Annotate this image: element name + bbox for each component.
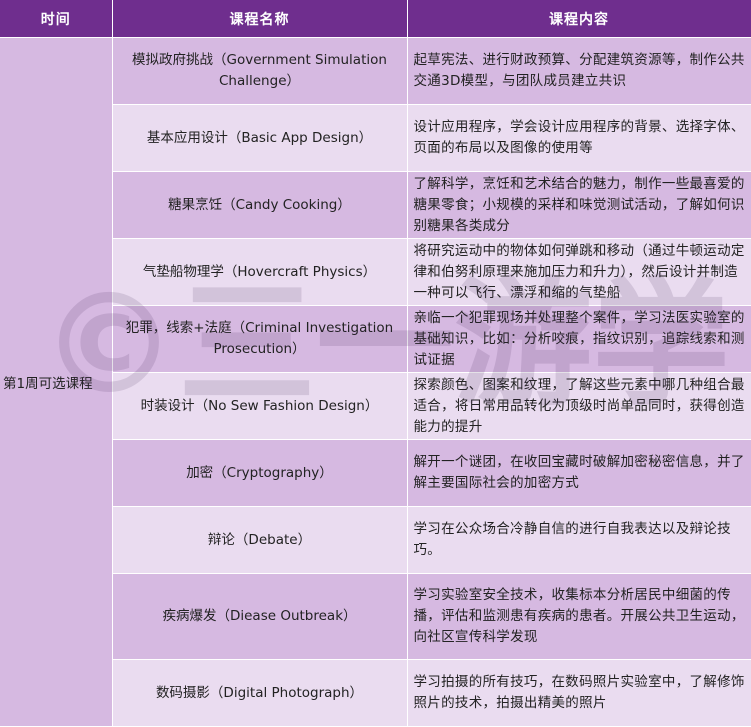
header-course-name: 课程名称 <box>112 0 408 38</box>
course-name: 气垫船物理学（Hovercraft Physics） <box>112 238 408 306</box>
course-content: 了解科学，烹饪和艺术结合的魅力，制作一些最喜爱的糖果零食；小规模的采样和味觉测试… <box>407 171 751 239</box>
course-name: 犯罪，线索+法庭（Criminal Investigation Prosecut… <box>112 305 408 373</box>
course-content: 学习拍摄的所有技巧，在数码照片实验室中，了解修饰照片的技术，拍摄出精美的照片 <box>407 659 751 727</box>
course-content: 设计应用程序，学会设计应用程序的背景、选择字体、页面的布局以及图像的使用等 <box>407 104 751 172</box>
course-content: 解开一个谜团，在收回宝藏时破解加密秘密信息，并了解主要国际社会的加密方式 <box>407 439 751 507</box>
course-content: 学习在公众场合冷静自信的进行自我表达以及辩论技巧。 <box>407 506 751 574</box>
course-name: 基本应用设计（Basic App Design） <box>112 104 408 172</box>
table-row: 加密（Cryptography） 解开一个谜团，在收回宝藏时破解加密秘密信息，并… <box>0 439 751 507</box>
course-content: 将研究运动中的物体如何弹跳和移动（通过牛顿运动定律和伯努利原理来施加压力和升力）… <box>407 238 751 306</box>
course-content: 亲临一个犯罪现场并处理整个案件，学习法医实验室的基础知识，比如：分析咬痕，指纹识… <box>407 305 751 373</box>
table-header-row: 时间 课程名称 课程内容 <box>0 0 751 38</box>
table-row: 第1周可选课程 模拟政府挑战（Government Simulation Cha… <box>0 37 751 727</box>
table-row: 数码摄影（Digital Photograph） 学习拍摄的所有技巧，在数码照片… <box>0 659 751 727</box>
header-time: 时间 <box>0 0 113 38</box>
table-row: 辩论（Debate） 学习在公众场合冷静自信的进行自我表达以及辩论技巧。 <box>0 506 751 574</box>
table-row: 犯罪，线索+法庭（Criminal Investigation Prosecut… <box>0 305 751 373</box>
table-row: 气垫船物理学（Hovercraft Physics） 将研究运动中的物体如何弹跳… <box>0 238 751 306</box>
table-row: 基本应用设计（Basic App Design） 设计应用程序，学会设计应用程序… <box>0 104 751 172</box>
course-name: 辩论（Debate） <box>112 506 408 574</box>
course-name: 时装设计（No Sew Fashion Design） <box>112 372 408 440</box>
course-name: 疾病爆发（Diease Outbreak） <box>112 573 408 660</box>
course-name: 糖果烹饪（Candy Cooking） <box>112 171 408 239</box>
week-label: 第1周可选课程 <box>0 37 113 727</box>
header-course-content: 课程内容 <box>407 0 751 38</box>
table-row: 时装设计（No Sew Fashion Design） 探索颜色、图案和纹理，了… <box>0 372 751 440</box>
course-table: 时间 课程名称 课程内容 第1周可选课程 模拟政府挑战（Government S… <box>0 0 751 727</box>
course-content: 探索颜色、图案和纹理，了解这些元素中哪几种组合最适合，将日常用品转化为顶级时尚单… <box>407 372 751 440</box>
course-name: 模拟政府挑战（Government Simulation Challenge） <box>112 37 408 105</box>
course-content: 学习实验室安全技术，收集标本分析居民中细菌的传播，评估和监测患有疾病的患者。开展… <box>407 573 751 660</box>
table-row: 疾病爆发（Diease Outbreak） 学习实验室安全技术，收集标本分析居民… <box>0 573 751 660</box>
course-content: 起草宪法、进行财政预算、分配建筑资源等，制作公共交通3D模型，与团队成员建立共识 <box>407 37 751 105</box>
table-row: 糖果烹饪（Candy Cooking） 了解科学，烹饪和艺术结合的魅力，制作一些… <box>0 171 751 239</box>
course-name: 加密（Cryptography） <box>112 439 408 507</box>
course-name: 数码摄影（Digital Photograph） <box>112 659 408 727</box>
